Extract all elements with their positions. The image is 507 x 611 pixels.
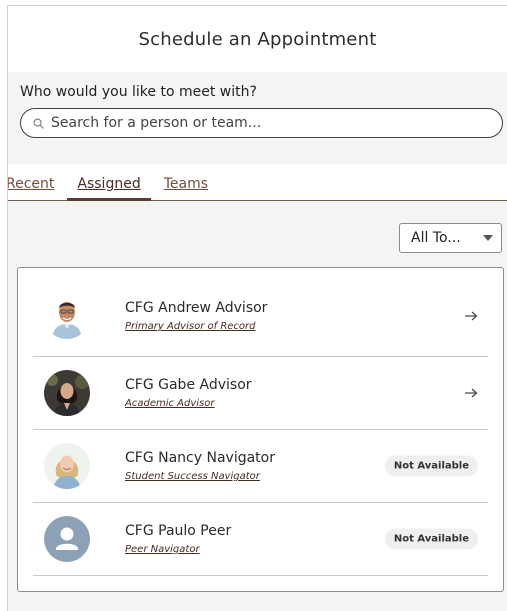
filter-label: All To... bbox=[411, 230, 461, 246]
arrow-right-icon[interactable] bbox=[465, 311, 478, 321]
search-box[interactable] bbox=[20, 108, 503, 138]
tab-assigned[interactable]: Assigned bbox=[67, 176, 152, 201]
status-badge: Not Available bbox=[384, 455, 478, 477]
person-name: CFG Nancy Navigator bbox=[125, 450, 275, 466]
person-info: CFG Nancy Navigator Student Success Navi… bbox=[125, 450, 275, 482]
woman-dark-hair-avatar bbox=[44, 370, 90, 416]
person-role[interactable]: Peer Navigator bbox=[125, 544, 231, 555]
arrow-right-icon[interactable] bbox=[465, 388, 478, 398]
chevron-down-icon bbox=[483, 235, 493, 241]
status-badge: Not Available bbox=[384, 528, 478, 550]
generic-person-avatar bbox=[44, 516, 90, 562]
header: Schedule an Appointment bbox=[8, 6, 507, 72]
search-section: Who would you like to meet with? bbox=[8, 72, 507, 164]
person-name: CFG Andrew Advisor bbox=[125, 300, 268, 316]
appointment-panel: Schedule an Appointment Who would you li… bbox=[7, 5, 507, 611]
person-info: CFG Andrew Advisor Primary Advisor of Re… bbox=[125, 300, 267, 332]
tab-bar: Recent Assigned Teams bbox=[8, 164, 507, 201]
person-role[interactable]: Student Success Navigator bbox=[125, 471, 275, 482]
search-question: Who would you like to meet with? bbox=[20, 84, 257, 100]
list-item[interactable]: CFG Paulo Peer Peer Navigator Not Availa… bbox=[33, 503, 488, 576]
list-item[interactable]: CFG Andrew Advisor Primary Advisor of Re… bbox=[33, 268, 488, 357]
tab-recent[interactable]: Recent bbox=[8, 176, 54, 200]
person-info: CFG Gabe Advisor Academic Advisor bbox=[125, 377, 252, 409]
person-name: CFG Paulo Peer bbox=[125, 523, 232, 539]
assigned-content: All To... CFG Andrew Advisor Primary Adv… bbox=[8, 201, 507, 611]
tab-teams[interactable]: Teams bbox=[164, 176, 208, 200]
search-icon bbox=[33, 118, 44, 129]
list-item[interactable]: CFG Gabe Advisor Academic Advisor bbox=[33, 357, 488, 430]
list-item[interactable]: CFG Nancy Navigator Student Success Navi… bbox=[33, 430, 488, 503]
person-role[interactable]: Academic Advisor bbox=[125, 398, 252, 409]
man-in-shirt-avatar bbox=[44, 293, 90, 339]
person-name: CFG Gabe Advisor bbox=[125, 377, 252, 393]
page-title: Schedule an Appointment bbox=[138, 28, 377, 50]
woman-blonde-avatar bbox=[44, 443, 90, 489]
person-role[interactable]: Primary Advisor of Record bbox=[125, 321, 267, 332]
people-list: CFG Andrew Advisor Primary Advisor of Re… bbox=[17, 267, 504, 592]
filter-dropdown[interactable]: All To... bbox=[399, 223, 502, 253]
search-input[interactable] bbox=[51, 115, 471, 131]
person-info: CFG Paulo Peer Peer Navigator bbox=[125, 523, 231, 555]
